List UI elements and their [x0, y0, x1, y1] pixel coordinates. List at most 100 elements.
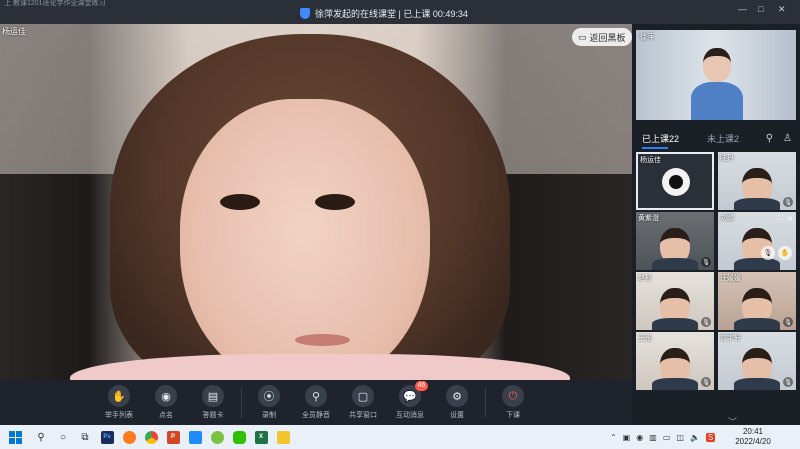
participant-body: [652, 378, 698, 390]
tile-corner-controls: ⛶ ✕: [778, 215, 793, 223]
end-class-button[interactable]: ⏻ 下课: [490, 385, 537, 420]
share-screen-icon: ▢: [352, 385, 374, 407]
windows-logo-icon: [8, 430, 22, 444]
mute-all-button[interactable]: ⚲ 全员静音: [293, 385, 340, 420]
tool-label: 全员静音: [302, 412, 330, 419]
tray-app-icon[interactable]: ▥: [649, 433, 657, 442]
participant-tile[interactable]: 汪媛媛 🎙: [718, 272, 796, 330]
tool-label: 答题卡: [202, 412, 224, 419]
clock-time: 20:41: [742, 427, 764, 436]
close-icon[interactable]: ✕: [787, 215, 793, 223]
mic-icon: 🎙: [701, 257, 711, 267]
dingtalk-icon[interactable]: [184, 425, 206, 449]
participant-avatar: [662, 168, 690, 196]
attendance-tabs: 已上课22 未上课2 ⚲ ♙: [642, 132, 792, 145]
participant-tile[interactable]: 杨运佳: [636, 152, 714, 210]
tool-label: 共享窗口: [349, 412, 377, 419]
panel-actions: ⚲ ♙: [766, 133, 792, 144]
participant-name: 黄紫澄: [638, 215, 659, 222]
search-icon[interactable]: ⚲: [30, 425, 52, 449]
video-person-eye-left: [220, 194, 260, 210]
classroom-title-text: 徐萍发起的在线课堂 | 已上课 00:49:34: [315, 9, 468, 19]
system-tray: ⌃ ▣ ◉ ▥ ▭ ◫ 🔈 S: [610, 425, 716, 449]
record-button[interactable]: ⦿ 录制: [246, 385, 293, 420]
mute-all-icon: ⚲: [305, 385, 327, 407]
participant-name: 杨运佳: [640, 157, 661, 164]
answer-card-button[interactable]: ▤ 答题卡: [190, 385, 237, 420]
toolbar-divider: [240, 387, 242, 418]
participants-panel: 徐萍 已上课22 未上课2 ⚲ ♙ 杨运佳 陆丹 🎙 黄紫澄 🎙 刘鹏 ⛶ ✕ …: [632, 24, 800, 427]
hand-icon: ✋: [108, 385, 130, 407]
tray-app-icon[interactable]: ◉: [636, 433, 643, 442]
teacher-person: [691, 48, 743, 120]
classroom-title: 徐萍发起的在线课堂 | 已上课 00:49:34: [300, 7, 468, 20]
participant-body: [652, 258, 698, 270]
start-button[interactable]: [0, 425, 30, 449]
roll-call-button[interactable]: ◉ 点名: [143, 385, 190, 420]
main-video-feed[interactable]: [0, 24, 632, 380]
search-icon[interactable]: ⚲: [766, 133, 773, 144]
wechat-icon[interactable]: [228, 425, 250, 449]
message-count-badge: 46: [414, 381, 429, 391]
shield-icon: [300, 8, 310, 19]
hand-icon[interactable]: ✋: [778, 246, 792, 260]
participant-name: 曾宇轩: [720, 335, 741, 342]
window-titlebar: 上 教课1201班化学作业课堂练习 徐萍发起的在线课堂 | 已上课 00:49:…: [0, 0, 800, 24]
participant-body: [652, 318, 698, 330]
user-icon[interactable]: ♙: [783, 133, 792, 144]
background-window-title: 上 教课1201班化学作业课堂练习: [4, 0, 106, 7]
participant-name: 王彤: [638, 335, 652, 342]
teacher-head: [703, 48, 731, 82]
share-window-button[interactable]: ▢ 共享窗口: [340, 385, 387, 420]
back-to-board-label: 返回黑板: [589, 32, 626, 43]
tool-label: 下课: [506, 412, 520, 419]
video-person-mouth: [295, 334, 350, 346]
participant-tile[interactable]: 刘鹏 ⛶ ✕ 🎙 ✋: [718, 212, 796, 270]
chrome-icon[interactable]: [140, 425, 162, 449]
interactive-messages-button[interactable]: 💬 46 互动消息: [387, 381, 434, 420]
expand-icon[interactable]: ⛶: [778, 215, 783, 223]
task-view-icon[interactable]: ⧉: [74, 425, 96, 449]
mic-off-icon[interactable]: 🎙: [761, 246, 775, 260]
battery-icon[interactable]: ▭: [663, 433, 671, 442]
participant-tile[interactable]: 王彤 🎙: [636, 332, 714, 390]
tool-label: 设置: [450, 412, 464, 419]
firefox-icon[interactable]: [118, 425, 140, 449]
powerpoint-icon[interactable]: P: [162, 425, 184, 449]
input-method-icon[interactable]: S: [705, 432, 716, 442]
minimize-button[interactable]: —: [738, 4, 747, 14]
tab-absent[interactable]: 未上课2: [707, 132, 739, 145]
teacher-video[interactable]: 徐萍: [636, 30, 796, 120]
file-explorer-icon[interactable]: [272, 425, 294, 449]
excel-icon[interactable]: X: [250, 425, 272, 449]
tab-attended[interactable]: 已上课22: [642, 132, 679, 145]
participant-tile[interactable]: 黄紫澄 🎙: [636, 212, 714, 270]
network-icon[interactable]: ◫: [676, 433, 684, 442]
windows-taskbar: ⚲ ○ ⧉ Ps P X ⌃ ▣ ◉ ▥ ▭ ◫ 🔈 S 20:41 2022/…: [0, 425, 800, 449]
chevron-up-icon[interactable]: ⌃: [610, 433, 617, 442]
mic-icon: 🎙: [701, 377, 711, 387]
participant-body: [734, 378, 780, 390]
active-tab-indicator: [642, 147, 668, 149]
participant-name: 刘鹏: [720, 215, 734, 222]
participant-tile[interactable]: 赵杉 🎙: [636, 272, 714, 330]
tray-app-icon[interactable]: ▣: [623, 433, 631, 442]
settings-button[interactable]: ⚙ 设置: [434, 385, 481, 420]
maximize-button[interactable]: □: [758, 4, 763, 14]
tool-label: 举手列表: [105, 412, 133, 419]
participant-name: 汪媛媛: [720, 275, 741, 282]
photoshop-icon[interactable]: Ps: [96, 425, 118, 449]
clock-date: 2022/4/20: [735, 437, 771, 446]
cortana-icon[interactable]: ○: [52, 425, 74, 449]
volume-icon[interactable]: 🔈: [690, 433, 700, 442]
tool-label: 录制: [262, 412, 276, 419]
raise-hand-list-button[interactable]: ✋ 举手列表: [96, 385, 143, 420]
taskbar-clock[interactable]: 20:41 2022/4/20: [728, 427, 778, 447]
excel-label: X: [254, 430, 268, 444]
participant-tile[interactable]: 陆丹 🎙: [718, 152, 796, 210]
teacher-body: [691, 82, 743, 120]
close-button[interactable]: ✕: [778, 4, 786, 15]
app-icon[interactable]: [206, 425, 228, 449]
participant-tile[interactable]: 曾宇轩 🎙: [718, 332, 796, 390]
back-to-board-button[interactable]: ▭ 返回黑板: [572, 28, 632, 46]
